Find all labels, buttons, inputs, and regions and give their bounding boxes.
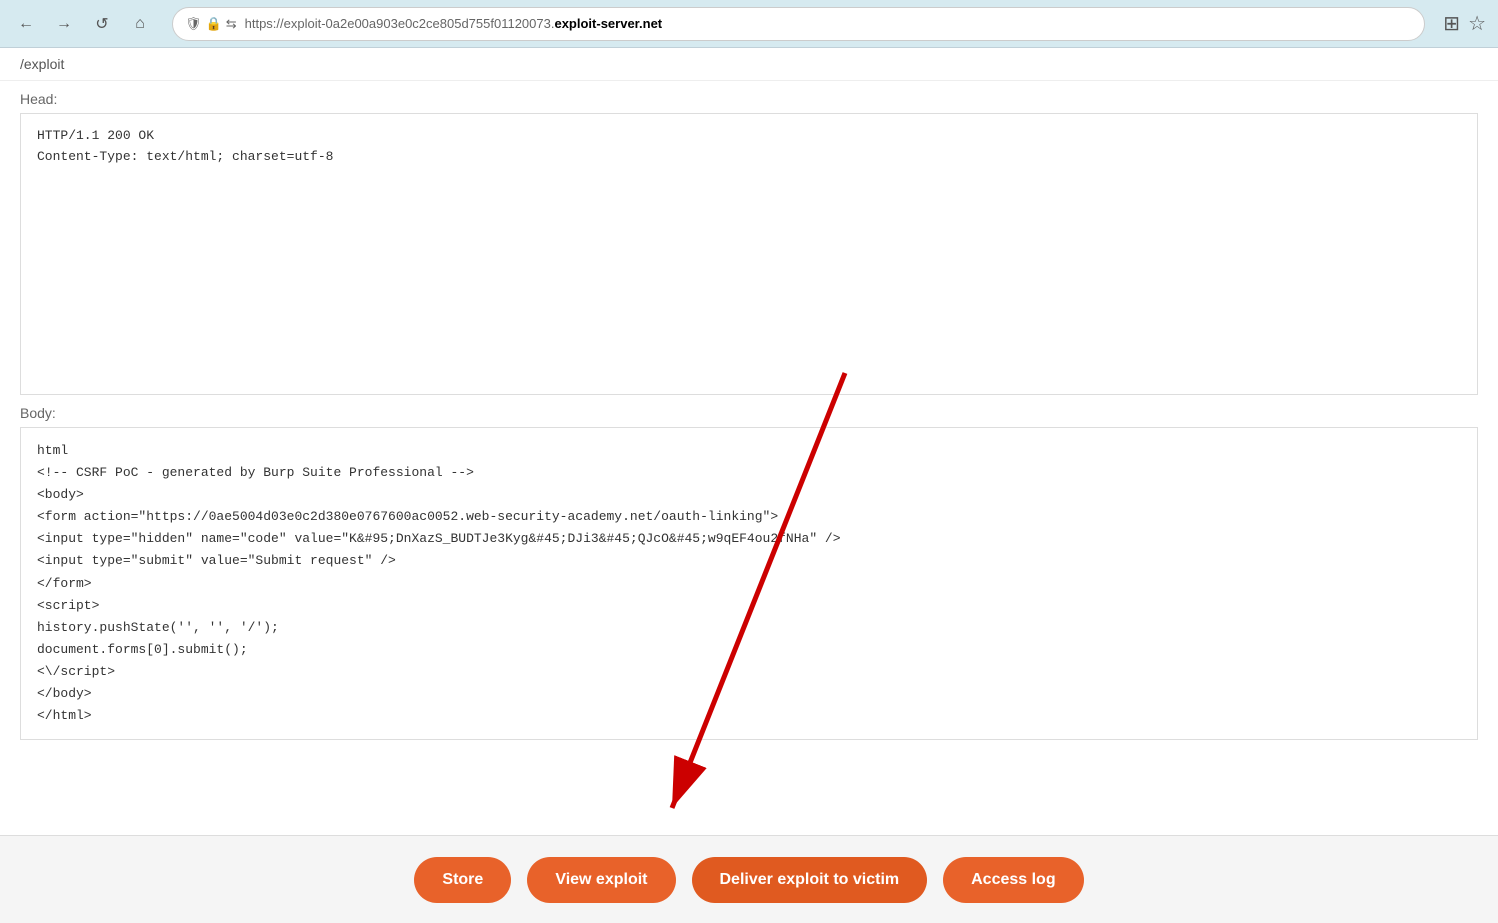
scrollable-area: /exploit Head: HTTP/1.1 200 OK Content-T… — [0, 48, 1498, 923]
url-normal-part: https://exploit-0a2e00a903e0c2ce805d755f… — [245, 16, 555, 31]
bookmark-icon[interactable]: ☆ — [1468, 11, 1486, 36]
body-line: history.pushState('', '', '/'); — [37, 617, 1461, 639]
body-line: <script> — [37, 595, 1461, 617]
body-line: html — [37, 440, 1461, 462]
reload-button[interactable]: ↺ — [88, 10, 116, 38]
action-bar: Store View exploit Deliver exploit to vi… — [0, 835, 1498, 923]
body-section: html<!-- CSRF PoC - generated by Burp Su… — [20, 427, 1478, 740]
store-button[interactable]: Store — [414, 857, 511, 903]
forward-button[interactable]: → — [50, 10, 78, 38]
path-text: /exploit — [20, 56, 64, 72]
body-line: <input type="hidden" name="code" value="… — [37, 528, 1461, 550]
toolbar-right: ⊞ ☆ — [1443, 11, 1486, 36]
home-button[interactable]: ⌂ — [126, 10, 154, 38]
head-section: HTTP/1.1 200 OK Content-Type: text/html;… — [20, 113, 1478, 395]
body-line: </html> — [37, 705, 1461, 727]
body-line: <body> — [37, 484, 1461, 506]
page-content: /exploit Head: HTTP/1.1 200 OK Content-T… — [0, 48, 1498, 923]
body-line: <!-- CSRF PoC - generated by Burp Suite … — [37, 462, 1461, 484]
head-content: HTTP/1.1 200 OK Content-Type: text/html;… — [21, 114, 1477, 394]
url-text: https://exploit-0a2e00a903e0c2ce805d755f… — [245, 16, 1413, 31]
address-bar[interactable]: 🛡 🔒 ⇆ https://exploit-0a2e00a903e0c2ce80… — [172, 7, 1425, 41]
security-icons: 🛡 🔒 ⇆ — [185, 16, 237, 32]
head-line-2: Content-Type: text/html; charset=utf-8 — [37, 147, 1461, 168]
access-log-button[interactable]: Access log — [943, 857, 1083, 903]
body-line: document.forms[0].submit(); — [37, 639, 1461, 661]
view-exploit-button[interactable]: View exploit — [527, 857, 675, 903]
body-line: <input type="submit" value="Submit reque… — [37, 550, 1461, 572]
path-bar: /exploit — [0, 48, 1498, 81]
body-content: html<!-- CSRF PoC - generated by Burp Su… — [21, 428, 1477, 739]
back-button[interactable]: ← — [12, 10, 40, 38]
url-bold-part: exploit-server.net — [554, 16, 662, 31]
head-label: Head: — [0, 81, 1498, 113]
body-line: <\/script> — [37, 661, 1461, 683]
qr-icon[interactable]: ⊞ — [1443, 11, 1460, 36]
body-label: Body: — [0, 395, 1498, 427]
body-line: <form action="https://0ae5004d03e0c2d380… — [37, 506, 1461, 528]
body-line: </body> — [37, 683, 1461, 705]
body-line: </form> — [37, 573, 1461, 595]
tune-icon: ⇆ — [226, 16, 237, 32]
deliver-exploit-button[interactable]: Deliver exploit to victim — [692, 857, 928, 903]
head-line-1: HTTP/1.1 200 OK — [37, 126, 1461, 147]
browser-toolbar: ← → ↺ ⌂ 🛡 🔒 ⇆ https://exploit-0a2e00a903… — [0, 0, 1498, 48]
shield-icon: 🛡 — [185, 16, 202, 32]
lock-icon: 🔒 — [206, 16, 222, 32]
